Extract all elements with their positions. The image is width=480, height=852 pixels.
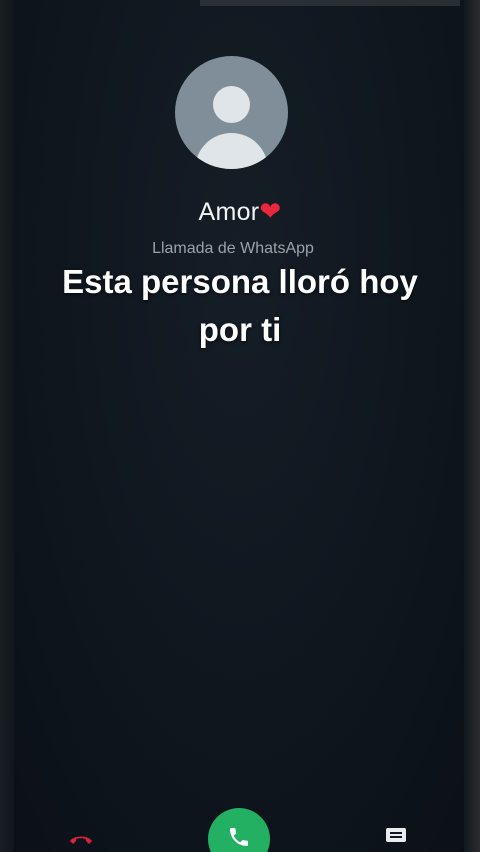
left-edge [0,0,14,852]
heart-emoji: ❤ [259,196,282,226]
message-icon [386,828,406,842]
caller-name: Amor❤ [0,196,480,227]
caller-name-text: Amor [198,198,260,226]
caller-avatar [175,56,288,169]
reply-message-button[interactable] [384,826,408,846]
overlay-caption-line-2: por ti [198,311,282,348]
overlay-caption-line-1: Esta persona lloró hoy [62,263,418,300]
decline-call-button[interactable] [68,832,94,846]
avatar-head [213,86,250,123]
avatar-body [195,133,268,169]
right-edge [464,0,480,852]
incoming-call-screen: Amor❤ Llamada de WhatsApp Esta persona l… [0,0,480,852]
answer-call-button[interactable] [208,808,270,852]
top-edge [200,0,460,6]
overlay-caption: Esta persona lloró hoy por ti [30,258,450,354]
phone-icon [230,828,248,846]
phone-hangup-icon [70,836,92,844]
call-type-label: Llamada de WhatsApp [152,240,314,257]
